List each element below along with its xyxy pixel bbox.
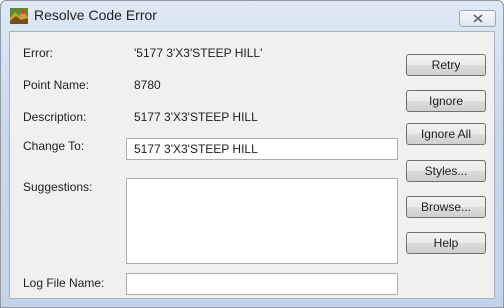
window-title: Resolve Code Error <box>34 7 157 23</box>
title-bar[interactable]: Resolve Code Error <box>1 1 503 31</box>
close-button[interactable] <box>459 10 496 27</box>
suggestions-listbox[interactable] <box>126 178 398 264</box>
change-to-input[interactable] <box>126 138 398 160</box>
log-file-name-input[interactable] <box>126 273 398 295</box>
styles-button[interactable]: Styles... <box>406 160 486 182</box>
error-value: '5177 3'X3'STEEP HILL' <box>134 46 263 60</box>
help-button[interactable]: Help <box>406 232 486 254</box>
point-name-label: Point Name: <box>23 78 90 92</box>
point-name-value: 8780 <box>134 78 161 92</box>
ignore-button[interactable]: Ignore <box>406 90 486 112</box>
ignore-all-button[interactable]: Ignore All <box>406 123 486 145</box>
browse-button[interactable]: Browse... <box>406 196 486 218</box>
description-label: Description: <box>23 110 87 124</box>
dialog-body: Error: '5177 3'X3'STEEP HILL' Point Name… <box>9 31 495 299</box>
log-file-name-label: Log File Name: <box>23 276 105 290</box>
description-value: 5177 3'X3'STEEP HILL <box>134 110 258 124</box>
retry-button[interactable]: Retry <box>406 54 486 76</box>
resolve-code-error-dialog: Resolve Code Error Error: '5177 3'X3'STE… <box>0 0 504 308</box>
map-terrain-icon <box>10 8 28 24</box>
suggestions-label: Suggestions: <box>23 180 93 194</box>
error-label: Error: <box>23 46 53 60</box>
change-to-label: Change To: <box>23 139 85 153</box>
